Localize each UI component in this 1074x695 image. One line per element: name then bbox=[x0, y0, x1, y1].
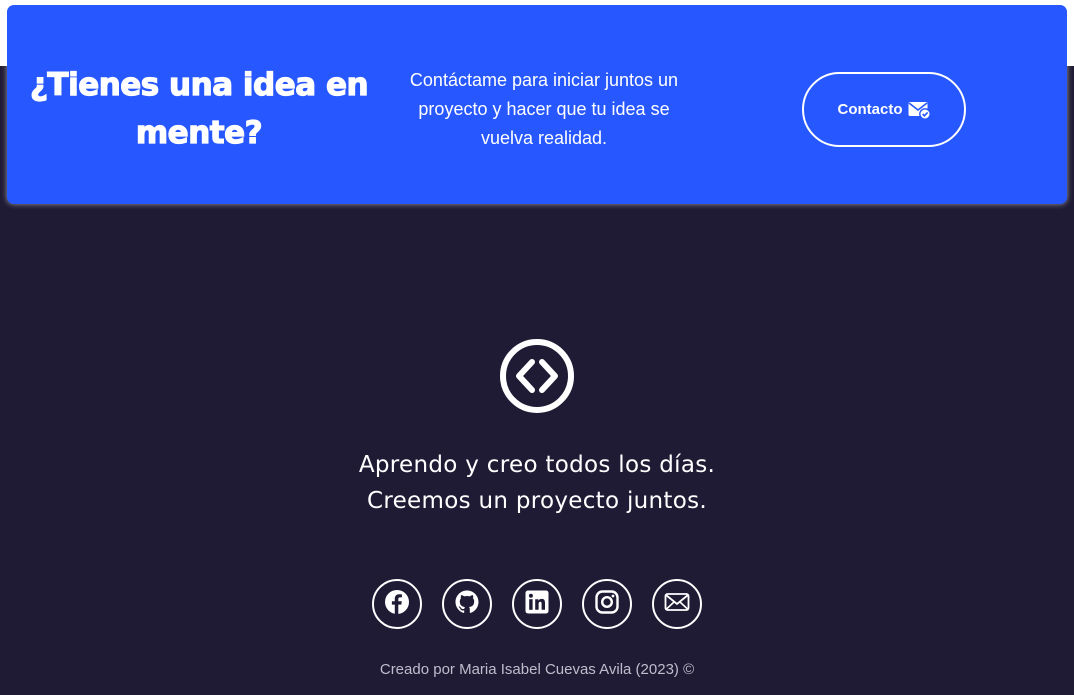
cta-description: Contáctame para iniciar juntos un proyec… bbox=[409, 70, 679, 148]
social-links bbox=[372, 579, 702, 629]
instagram-icon bbox=[594, 589, 620, 620]
email-icon bbox=[664, 589, 690, 620]
tagline-line-2: Creemos un proyecto juntos. bbox=[366, 488, 707, 514]
tagline-line-1: Aprendo y creo todos los días. bbox=[358, 452, 716, 478]
linkedin-link[interactable] bbox=[512, 579, 562, 629]
footer-credit: Creado por Maria Isabel Cuevas Avila (20… bbox=[379, 661, 695, 678]
footer-tagline: Aprendo y creo todos los días. Creemos u… bbox=[0, 447, 1074, 519]
mail-check-icon bbox=[908, 101, 931, 119]
email-link[interactable] bbox=[652, 579, 702, 629]
code-brackets-icon bbox=[499, 338, 575, 414]
instagram-link[interactable] bbox=[582, 579, 632, 629]
contact-button-label: Contacto bbox=[837, 101, 903, 118]
facebook-icon bbox=[384, 589, 410, 620]
linkedin-icon bbox=[524, 589, 550, 620]
cta-title: ¿Tienes una idea en mente? bbox=[29, 66, 369, 151]
github-link[interactable] bbox=[442, 579, 492, 629]
contact-button[interactable]: Contacto bbox=[802, 72, 966, 147]
contact-cta-card: ¿Tienes una idea en mente? Contáctame pa… bbox=[7, 5, 1067, 204]
github-icon bbox=[454, 589, 480, 620]
facebook-link[interactable] bbox=[372, 579, 422, 629]
